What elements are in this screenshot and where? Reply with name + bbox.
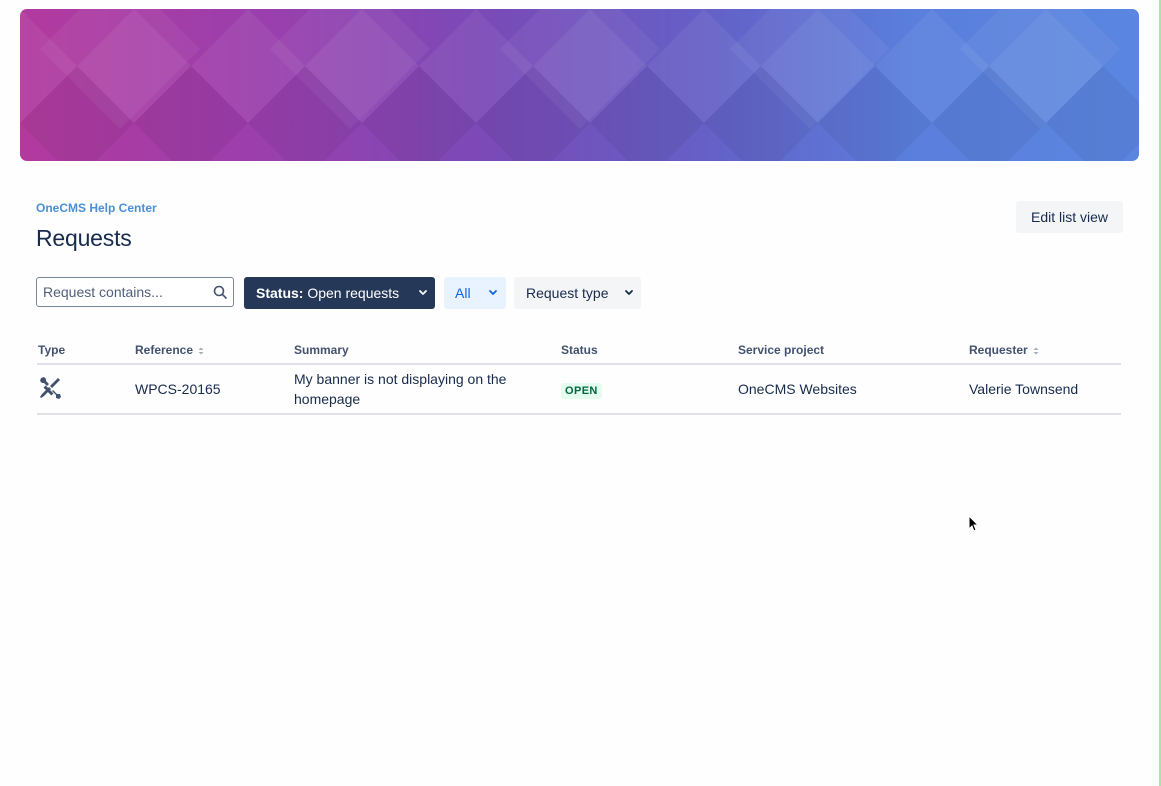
search-field[interactable] xyxy=(36,277,234,307)
all-filter-button[interactable]: All xyxy=(444,277,506,309)
column-header-reference[interactable]: Reference xyxy=(135,343,204,357)
status-filter-value: Open requests xyxy=(307,285,400,301)
status-badge: OPEN xyxy=(561,383,602,399)
column-header-service-project: Service project xyxy=(738,343,825,357)
sort-icon xyxy=(198,347,204,355)
banner-pattern xyxy=(20,9,1139,161)
column-header-reference-label: Reference xyxy=(135,343,194,357)
row-status: OPEN xyxy=(561,379,602,399)
breadcrumb-help-center[interactable]: OneCMS Help Center xyxy=(36,201,157,215)
row-summary-link[interactable]: My banner is not displaying on the homep… xyxy=(294,369,534,409)
request-type-filter-button[interactable]: Request type xyxy=(514,277,641,309)
column-header-summary: Summary xyxy=(294,343,349,357)
page-title: Requests xyxy=(36,225,132,251)
search-input[interactable] xyxy=(43,278,205,306)
column-header-requester-label: Requester xyxy=(969,343,1028,357)
column-header-requester[interactable]: Requester xyxy=(969,343,1039,357)
status-filter-button[interactable]: Status: Open requests xyxy=(244,277,435,309)
chevron-down-icon xyxy=(489,290,497,295)
header-banner xyxy=(20,9,1139,161)
request-type-filter-label: Request type xyxy=(526,285,609,301)
column-header-type: Type xyxy=(38,343,66,357)
edit-list-view-button[interactable]: Edit list view xyxy=(1016,201,1123,233)
table-row[interactable]: WPCS-20165 My banner is not displaying o… xyxy=(37,365,1121,415)
mouse-cursor-icon xyxy=(968,515,980,532)
search-icon[interactable] xyxy=(213,285,227,299)
page: OneCMS Help Center Requests Edit list vi… xyxy=(0,0,1161,786)
row-requester: Valerie Townsend xyxy=(969,381,1079,397)
all-filter-label: All xyxy=(455,285,471,301)
chevron-down-icon xyxy=(419,290,427,295)
wrench-screwdriver-icon xyxy=(40,377,61,399)
column-header-status: Status xyxy=(561,343,598,357)
table-header: Type Reference Summary Status Service pr… xyxy=(37,338,1121,365)
sort-icon xyxy=(1033,347,1039,355)
row-service-project: OneCMS Websites xyxy=(738,381,857,397)
chevron-down-icon xyxy=(625,290,633,295)
row-reference-link[interactable]: WPCS-20165 xyxy=(135,379,221,399)
requests-table: Type Reference Summary Status Service pr… xyxy=(37,338,1121,415)
status-filter-prefix: Status: xyxy=(256,285,304,301)
